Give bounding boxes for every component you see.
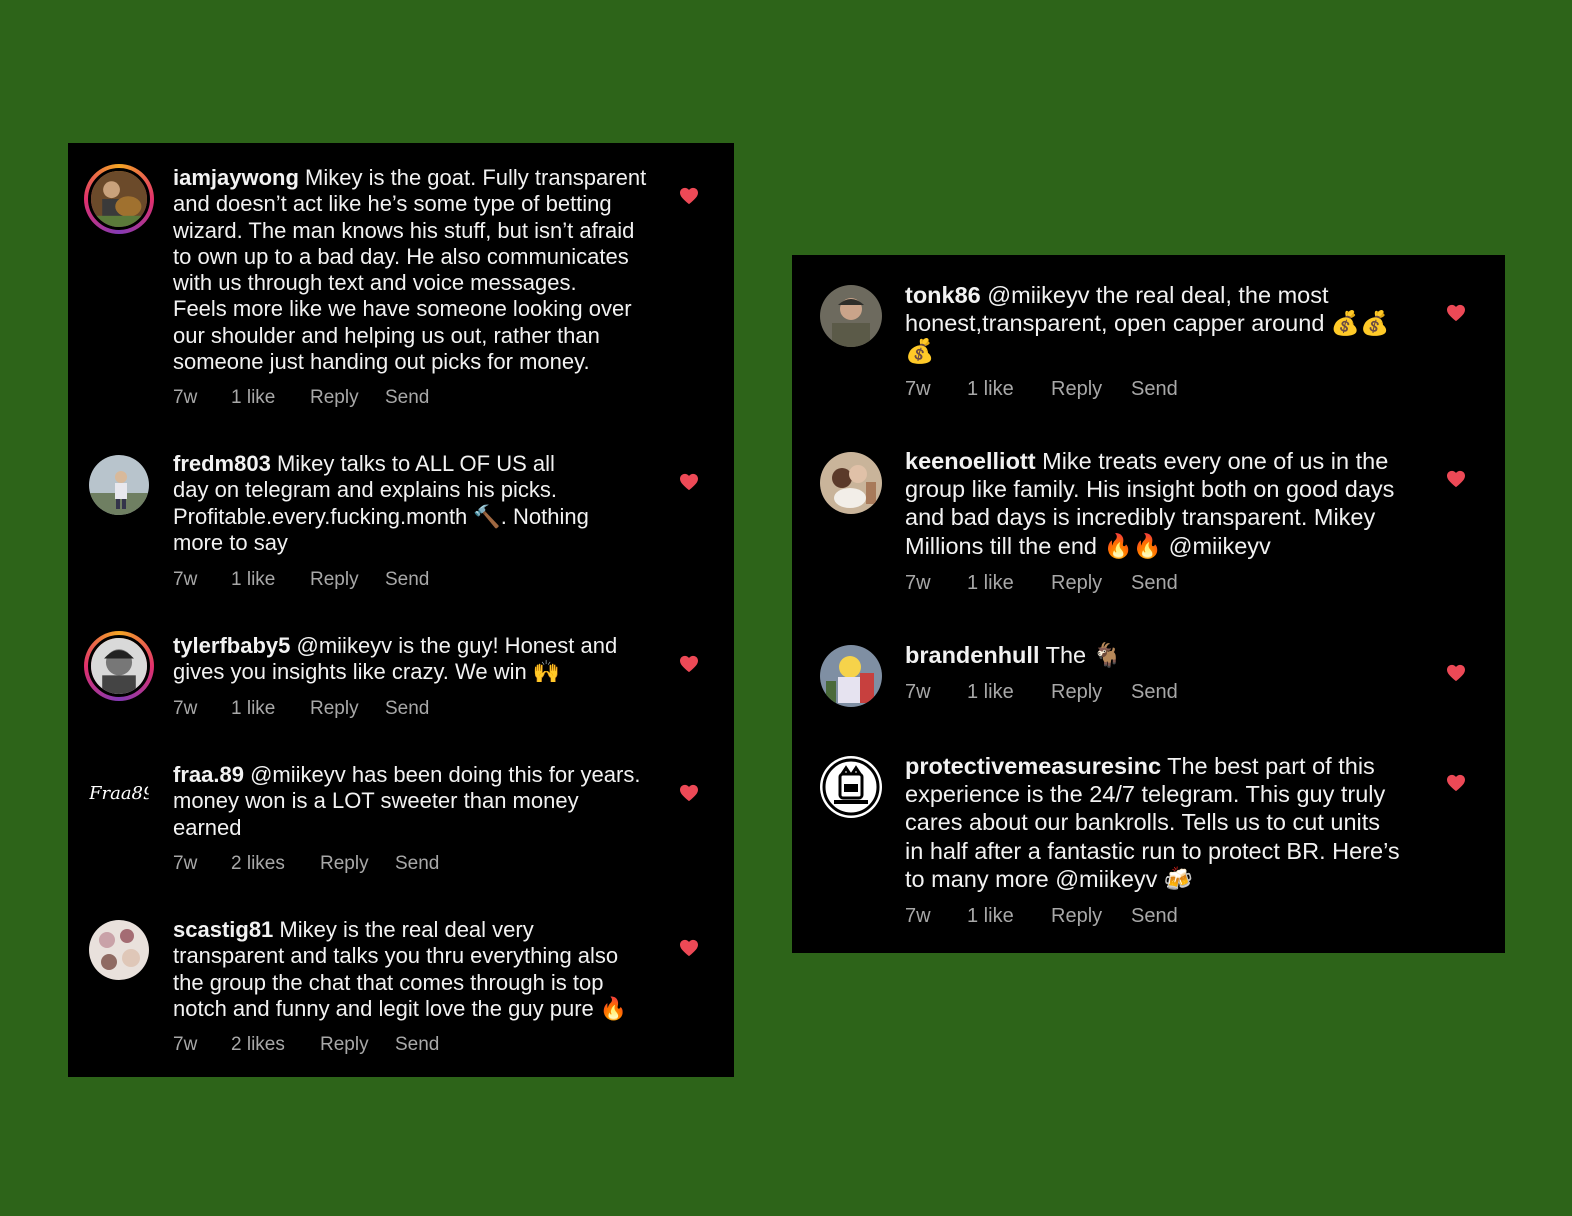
- send-button[interactable]: Send: [1131, 681, 1178, 704]
- reply-button[interactable]: Reply: [310, 569, 359, 591]
- avatar[interactable]: [820, 285, 882, 347]
- comment-username[interactable]: fredm803: [173, 451, 271, 476]
- comment-text: brandenhull The 🐐: [905, 641, 1122, 669]
- send-button[interactable]: Send: [385, 698, 429, 720]
- heart-icon[interactable]: [679, 187, 699, 205]
- avatar[interactable]: [84, 631, 154, 701]
- comment-time: 7w: [905, 905, 931, 927]
- like-count[interactable]: 1 like: [967, 681, 1014, 704]
- heart-icon[interactable]: [1446, 304, 1466, 322]
- comment-username[interactable]: protectivemeasuresinc: [905, 753, 1161, 779]
- avatar[interactable]: [820, 645, 882, 707]
- comment-text: keenoelliott Mike treats every one of us…: [905, 447, 1394, 560]
- reply-button[interactable]: Reply: [310, 387, 359, 409]
- comment-body: Mikey is the goat. Fully transparent and…: [173, 165, 647, 375]
- heart-icon[interactable]: [679, 939, 699, 957]
- send-button[interactable]: Send: [385, 387, 429, 409]
- avatar[interactable]: [820, 756, 882, 818]
- comment-time: 7w: [173, 698, 198, 719]
- comment-username[interactable]: scastig81: [173, 917, 273, 942]
- send-button[interactable]: Send: [395, 1034, 439, 1056]
- like-count[interactable]: 2 likes: [231, 1034, 285, 1056]
- reply-button[interactable]: Reply: [1051, 905, 1102, 928]
- comment-time: 7w: [173, 1034, 198, 1055]
- like-count[interactable]: 2 likes: [231, 853, 285, 875]
- comment-body: @miikeyv has been doing this for years. …: [173, 762, 641, 840]
- comment-username[interactable]: tylerfbaby5: [173, 633, 290, 658]
- avatar[interactable]: [89, 920, 149, 980]
- reply-button[interactable]: Reply: [320, 1034, 369, 1056]
- comment-text: tonk86 @miikeyv the real deal, the most …: [905, 281, 1389, 366]
- avatar[interactable]: [820, 452, 882, 514]
- heart-icon[interactable]: [1446, 664, 1466, 682]
- comment-text: fredm803 Mikey talks to ALL OF US all da…: [173, 451, 589, 556]
- comment-time: 7w: [905, 681, 931, 703]
- send-button[interactable]: Send: [1131, 378, 1178, 401]
- heart-icon[interactable]: [1446, 774, 1466, 792]
- comment-text: scastig81 Mikey is the real deal very tr…: [173, 917, 627, 1022]
- reply-button[interactable]: Reply: [1051, 572, 1102, 595]
- avatar-logo-text: Fraa89: [89, 783, 149, 804]
- comment-username[interactable]: tonk86: [905, 282, 981, 308]
- send-button[interactable]: Send: [1131, 905, 1178, 928]
- like-count[interactable]: 1 like: [231, 698, 275, 720]
- comment-username[interactable]: fraa.89: [173, 762, 244, 787]
- comments-panel-right: tonk86 @miikeyv the real deal, the most …: [792, 255, 1505, 953]
- send-button[interactable]: Send: [1131, 572, 1178, 595]
- comment-time: 7w: [173, 853, 198, 874]
- like-count[interactable]: 1 like: [967, 572, 1014, 595]
- reply-button[interactable]: Reply: [310, 698, 359, 720]
- reply-button[interactable]: Reply: [1051, 378, 1102, 401]
- heart-icon[interactable]: [679, 473, 699, 491]
- heart-icon[interactable]: [679, 655, 699, 673]
- avatar[interactable]: [89, 455, 149, 515]
- reply-button[interactable]: Reply: [1051, 681, 1102, 704]
- heart-icon[interactable]: [679, 784, 699, 802]
- comment-username[interactable]: keenoelliott: [905, 448, 1036, 474]
- comments-panel-left: iamjaywong Mikey is the goat. Fully tran…: [68, 143, 734, 1077]
- comment-text: fraa.89 @miikeyv has been doing this for…: [173, 762, 640, 841]
- avatar[interactable]: [84, 164, 154, 234]
- heart-icon[interactable]: [1446, 470, 1466, 488]
- avatar[interactable]: Fraa89: [89, 764, 149, 824]
- comment-time: 7w: [173, 569, 198, 590]
- comment-username[interactable]: iamjaywong: [173, 165, 299, 190]
- like-count[interactable]: 1 like: [231, 569, 275, 591]
- comment-time: 7w: [905, 572, 931, 594]
- like-count[interactable]: 1 like: [231, 387, 275, 409]
- like-count[interactable]: 1 like: [967, 905, 1014, 928]
- comment-text: iamjaywong Mikey is the goat. Fully tran…: [173, 165, 646, 375]
- send-button[interactable]: Send: [385, 569, 429, 591]
- comment-time: 7w: [173, 387, 198, 408]
- comment-text: tylerfbaby5 @miikeyv is the guy! Honest …: [173, 633, 617, 686]
- comment-time: 7w: [905, 378, 931, 400]
- reply-button[interactable]: Reply: [320, 853, 369, 875]
- comment-body: The 🐐: [1039, 642, 1122, 668]
- send-button[interactable]: Send: [395, 853, 439, 875]
- comment-text: protectivemeasuresinc The best part of t…: [905, 752, 1400, 893]
- comment-username[interactable]: brandenhull: [905, 642, 1039, 668]
- like-count[interactable]: 1 like: [967, 378, 1014, 401]
